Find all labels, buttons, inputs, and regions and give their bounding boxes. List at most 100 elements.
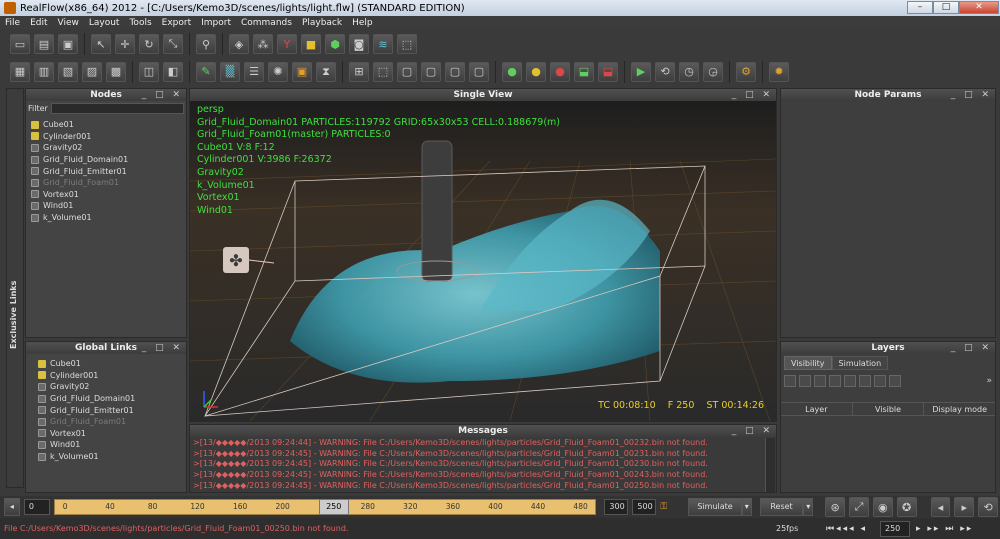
column-display-mode[interactable]: Display mode <box>924 403 995 415</box>
node-item[interactable]: Cylinder001 <box>28 131 186 143</box>
simulate-dropdown-icon[interactable]: ▾ <box>741 498 752 516</box>
layout-2-icon[interactable]: ▥ <box>34 61 54 82</box>
global-link-item[interactable]: Vortex01 <box>35 428 186 440</box>
menu-tools[interactable]: Tools <box>124 18 156 28</box>
node-item[interactable]: Wind01 <box>28 200 186 212</box>
menu-file[interactable]: File <box>0 18 25 28</box>
end-frame-field[interactable]: 300 <box>604 499 629 515</box>
messages-scrollbar[interactable] <box>765 438 775 492</box>
layer-copy-icon[interactable] <box>814 375 826 387</box>
global-link-item[interactable]: Wind01 <box>35 439 186 451</box>
view-persp-icon[interactable]: ◧ <box>163 61 183 82</box>
red-light-icon[interactable]: ● <box>550 61 570 82</box>
layer-lock-icon[interactable] <box>859 375 871 387</box>
camera-view-icon[interactable]: ⊛ <box>825 497 846 517</box>
add-daemon-icon[interactable]: Y <box>277 34 297 54</box>
layer-paste-icon[interactable] <box>829 375 841 387</box>
record-icon[interactable]: ⟲ <box>978 497 999 517</box>
export-icon[interactable]: ⬓ <box>574 61 594 82</box>
next-key-icon[interactable]: ▸ <box>954 497 975 517</box>
texture-icon[interactable]: ▢ <box>469 61 489 82</box>
global-links-window-controls[interactable]: _ □ ✕ <box>142 342 183 354</box>
current-frame-field[interactable]: 250 <box>880 520 910 537</box>
menu-export[interactable]: Export <box>157 18 196 28</box>
add-mesh-icon[interactable]: ⬢ <box>325 34 345 54</box>
layout-4-icon[interactable]: ▨ <box>82 61 102 82</box>
select-tool-icon[interactable]: ↖ <box>91 34 111 54</box>
yellow-light-icon[interactable]: ● <box>526 61 546 82</box>
global-link-item[interactable]: Cube01 <box>35 358 186 370</box>
add-grid-icon[interactable]: ⬚ <box>397 34 417 54</box>
timeline-menu-icon[interactable]: ◂ <box>4 498 20 516</box>
eye-icon[interactable]: ◉ <box>872 497 893 517</box>
global-link-item[interactable]: k_Volume01 <box>35 451 186 463</box>
menu-commands[interactable]: Commands <box>236 18 297 28</box>
add-cube-icon[interactable]: ■ <box>301 34 321 54</box>
snap-icon[interactable]: ⊞ <box>349 61 369 82</box>
timer-2-icon[interactable]: ◶ <box>703 61 723 82</box>
messages-window-controls[interactable]: _ □ ✕ <box>732 425 773 437</box>
timeline-playhead[interactable]: 250 <box>318 499 349 515</box>
max-frame-field[interactable]: 500 <box>632 499 657 515</box>
view-box-icon[interactable]: ◫ <box>139 61 159 82</box>
new-scene-icon[interactable]: ▭ <box>10 34 30 54</box>
node-item[interactable]: Grid_Fluid_Foam01 <box>28 177 186 189</box>
menu-help[interactable]: Help <box>347 18 378 28</box>
node-item[interactable]: Grid_Fluid_Domain01 <box>28 154 186 166</box>
global-link-item[interactable]: Grid_Fluid_Emitter01 <box>35 404 186 416</box>
green-light-icon[interactable]: ● <box>502 61 522 82</box>
column-visible[interactable]: Visible <box>853 403 925 415</box>
layers-window-controls[interactable]: _ □ ✕ <box>951 342 992 354</box>
add-object-icon[interactable]: ◈ <box>229 34 249 54</box>
layout-5-icon[interactable]: ▩ <box>106 61 126 82</box>
layer-merge-icon[interactable] <box>844 375 856 387</box>
timeline-ruler[interactable]: 0 40 80 120 160 200 280 320 360 400 440 480 250 <box>53 499 597 515</box>
tab-visibility[interactable]: Visibility <box>784 356 832 370</box>
menu-edit[interactable]: Edit <box>25 18 52 28</box>
tab-simulation[interactable]: Simulation <box>831 356 889 370</box>
exclusive-links-strip[interactable]: Exclusive Links <box>6 88 24 488</box>
film-icon[interactable]: ▒ <box>220 61 240 82</box>
menu-playback[interactable]: Playback <box>297 18 347 28</box>
batch-icon[interactable]: ☰ <box>244 61 264 82</box>
hourglass-icon[interactable]: ⧗ <box>316 61 336 82</box>
global-link-item[interactable]: Cylinder001 <box>35 370 186 382</box>
node-item[interactable]: Cube01 <box>28 119 186 131</box>
open-scene-icon[interactable]: ▤ <box>34 34 54 54</box>
column-layer[interactable]: Layer <box>781 403 853 415</box>
minimize-button[interactable]: – <box>907 1 933 14</box>
layer-sim-icon[interactable] <box>889 375 901 387</box>
wire-icon[interactable]: ▢ <box>397 61 417 82</box>
layout-3-icon[interactable]: ▧ <box>58 61 78 82</box>
menu-view[interactable]: View <box>53 18 84 28</box>
add-particles-icon[interactable]: ⁂ <box>253 34 273 54</box>
layer-remove-icon[interactable] <box>799 375 811 387</box>
node-item[interactable]: Gravity02 <box>28 142 186 154</box>
flat-icon[interactable]: ▢ <box>445 61 465 82</box>
node-item[interactable]: k_Volume01 <box>28 212 186 224</box>
global-link-item[interactable]: Grid_Fluid_Domain01 <box>35 393 186 405</box>
global-link-item[interactable]: Gravity02 <box>35 381 186 393</box>
scale-tool-icon[interactable]: ⤡ <box>163 34 183 54</box>
export-view-icon[interactable]: ⤢ <box>849 497 869 517</box>
global-link-item[interactable]: Grid_Fluid_Foam01 <box>35 416 186 428</box>
prev-key-icon[interactable]: ◂ <box>930 497 951 517</box>
play-script-icon[interactable]: ▶ <box>631 61 651 82</box>
add-wave-icon[interactable]: ≋ <box>373 34 393 54</box>
close-button[interactable]: ✕ <box>959 1 999 14</box>
bounds-icon[interactable]: ⬚ <box>373 61 393 82</box>
menu-import[interactable]: Import <box>196 18 236 28</box>
save-scene-icon[interactable]: ▣ <box>58 34 78 54</box>
relationship-icon[interactable]: ✺ <box>268 61 288 82</box>
playback-forward-controls[interactable]: ▸ ▸▸ ⏭ ▸▸ <box>916 524 973 534</box>
more-icon[interactable]: » <box>986 376 992 386</box>
node-item[interactable]: Grid_Fluid_Emitter01 <box>28 165 186 177</box>
layer-eye-icon[interactable] <box>874 375 886 387</box>
menu-layout[interactable]: Layout <box>84 18 125 28</box>
add-camera-icon[interactable]: ◙ <box>349 34 369 54</box>
cache-icon[interactable]: ⬓ <box>598 61 618 82</box>
node-params-window-controls[interactable]: _ □ ✕ <box>951 89 992 101</box>
layout-1-icon[interactable]: ▦ <box>10 61 30 82</box>
preferences-gear-icon[interactable]: ⚙ <box>736 61 756 82</box>
reset-dropdown-icon[interactable]: ▾ <box>803 498 814 516</box>
